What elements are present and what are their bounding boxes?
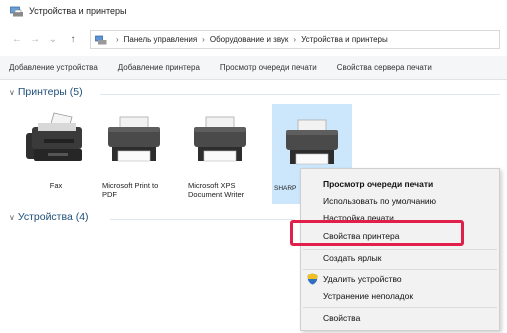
menu-item-see-print-queue[interactable]: Просмотр очереди печати (323, 179, 433, 189)
device-microsoft-print-to-pdf[interactable]: Microsoft Print to PDF (100, 105, 168, 201)
device-label: Fax (49, 181, 63, 190)
menu-item-properties[interactable]: Свойства (323, 313, 360, 323)
dropdown-chevron-icon[interactable]: ⌄ (46, 34, 60, 45)
title-bar: Устройства и принтеры (0, 0, 507, 22)
breadcrumb[interactable]: › Панель управления › Оборудование и зву… (90, 30, 500, 49)
back-button[interactable]: ← (10, 34, 24, 45)
control-panel-icon (95, 35, 107, 44)
menu-separator (303, 269, 497, 270)
group-label-printers: Принтеры (5) (17, 86, 83, 98)
forward-button[interactable]: → (28, 34, 42, 45)
devices-printers-icon (10, 6, 23, 16)
add-printer-button[interactable]: Добавление принтера (118, 63, 200, 72)
command-toolbar: Добавление устройства Добавление принтер… (0, 56, 507, 80)
device-fax[interactable]: Fax (22, 105, 90, 201)
printer-icon (194, 116, 246, 162)
menu-item-troubleshoot[interactable]: Устранение неполадок (323, 291, 413, 301)
group-divider (100, 94, 500, 95)
printer-icon (286, 119, 338, 165)
breadcrumb-item-devices-printers[interactable]: Устройства и принтеры (301, 35, 388, 44)
device-label: Microsoft XPS Document Writer (188, 181, 245, 199)
group-header-printers[interactable]: ∨ Принтеры (5) (9, 86, 83, 98)
shield-icon (307, 273, 318, 285)
up-button[interactable]: ↑ (66, 34, 80, 45)
breadcrumb-separator: › (116, 35, 119, 44)
menu-item-remove-device[interactable]: Удалить устройство (323, 274, 402, 284)
group-header-devices[interactable]: ∨ Устройства (4) (9, 211, 89, 223)
device-label: Microsoft Print to PDF (102, 181, 159, 199)
breadcrumb-separator: › (202, 35, 205, 44)
printer-icon (108, 116, 160, 162)
breadcrumb-item-hardware-sound[interactable]: Оборудование и звук (210, 35, 289, 44)
window-title: Устройства и принтеры (29, 6, 127, 16)
context-menu: Просмотр очереди печати Использовать по … (300, 168, 500, 331)
highlight-box (290, 220, 464, 246)
add-device-button[interactable]: Добавление устройства (9, 63, 98, 72)
fax-icon (26, 112, 82, 161)
address-bar: ← → ⌄ ↑ › Панель управления › Оборудован… (0, 22, 507, 56)
group-label-devices: Устройства (4) (17, 211, 89, 223)
print-server-properties-button[interactable]: Свойства сервера печати (337, 63, 432, 72)
breadcrumb-separator: › (293, 35, 297, 44)
menu-separator (303, 307, 497, 308)
group-divider (110, 219, 295, 220)
menu-item-create-shortcut[interactable]: Создать ярлык (323, 253, 382, 263)
chevron-down-icon: ∨ (9, 87, 15, 97)
see-print-queue-button[interactable]: Просмотр очереди печати (220, 63, 317, 72)
breadcrumb-item-control-panel[interactable]: Панель управления (124, 35, 198, 44)
menu-separator (303, 249, 497, 250)
menu-item-set-default[interactable]: Использовать по умолчанию (323, 196, 436, 206)
chevron-down-icon: ∨ (9, 212, 15, 222)
device-microsoft-xps-document-writer[interactable]: Microsoft XPS Document Writer (186, 105, 254, 201)
